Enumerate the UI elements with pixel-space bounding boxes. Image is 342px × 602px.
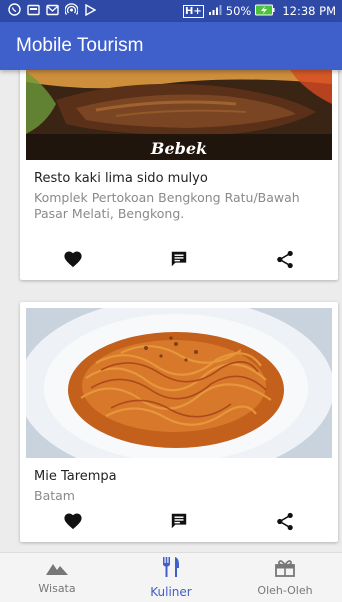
card-text: Resto kaki lima sido mulyo Komplek Perto…	[20, 160, 338, 222]
card-actions	[20, 510, 338, 536]
nav-item-kuliner[interactable]: Kuliner	[114, 553, 228, 602]
battery-percent: 50%	[225, 4, 252, 18]
clock: 12:38 PM	[282, 4, 336, 18]
favorite-button[interactable]	[20, 248, 126, 274]
app-title: Mobile Tourism	[16, 35, 144, 56]
status-system: H+ 50% 12:38 PM	[183, 4, 336, 19]
play-icon	[84, 3, 97, 19]
share-button[interactable]	[232, 510, 338, 536]
comment-button[interactable]	[126, 248, 232, 274]
comment-button[interactable]	[126, 510, 232, 536]
gift-icon	[275, 559, 295, 581]
culinary-photo	[26, 308, 332, 458]
network-type-label: H+	[183, 4, 204, 18]
place-address: Komplek Pertokoan Bengkong Ratu/Bawah Pa…	[34, 190, 300, 221]
nav-label: Wisata	[38, 582, 76, 595]
nav-item-wisata[interactable]: Wisata	[0, 553, 114, 602]
nav-label: Kuliner	[150, 585, 192, 599]
nav-label: Oleh-Oleh	[257, 583, 313, 597]
nav-item-oleh-oleh[interactable]: Oleh-Oleh	[228, 553, 342, 602]
whatsapp-icon	[8, 3, 21, 19]
notification-icon	[27, 4, 40, 19]
place-address: Batam	[34, 488, 75, 503]
place-name: Resto kaki lima sido mulyo	[34, 171, 208, 186]
share-icon	[276, 250, 294, 273]
app-bar: Mobile Tourism	[0, 22, 342, 70]
comment-icon	[170, 512, 188, 534]
share-button[interactable]	[232, 248, 338, 274]
card-actions	[20, 248, 338, 274]
gmail-icon	[46, 4, 59, 19]
share-icon	[276, 512, 294, 535]
bottom-navigation: Wisata Kuliner Oleh-Oleh	[0, 552, 342, 602]
battery-charging-icon	[255, 4, 275, 19]
card-text: Mie Tarempa Batam	[20, 458, 338, 504]
culinary-photo: Bebek	[26, 70, 332, 160]
status-bar: H+ 50% 12:38 PM	[0, 0, 342, 22]
place-name: Mie Tarempa	[34, 469, 117, 484]
comment-icon	[170, 250, 188, 272]
mountain-icon	[46, 560, 68, 579]
culinary-list[interactable]: Bebek Resto kaki lima sido mulyo Komplek…	[0, 70, 342, 552]
favorite-icon	[63, 250, 83, 272]
hotspot-icon	[64, 3, 79, 19]
status-notifications	[8, 3, 97, 19]
culinary-card[interactable]: Mie Tarempa Batam	[20, 302, 338, 542]
restaurant-icon	[161, 556, 181, 582]
signal-icon	[208, 4, 222, 19]
favorite-icon	[63, 512, 83, 534]
culinary-card[interactable]: Bebek Resto kaki lima sido mulyo Komplek…	[20, 70, 338, 280]
favorite-button[interactable]	[20, 510, 126, 536]
photo-caption: Bebek	[150, 139, 208, 158]
